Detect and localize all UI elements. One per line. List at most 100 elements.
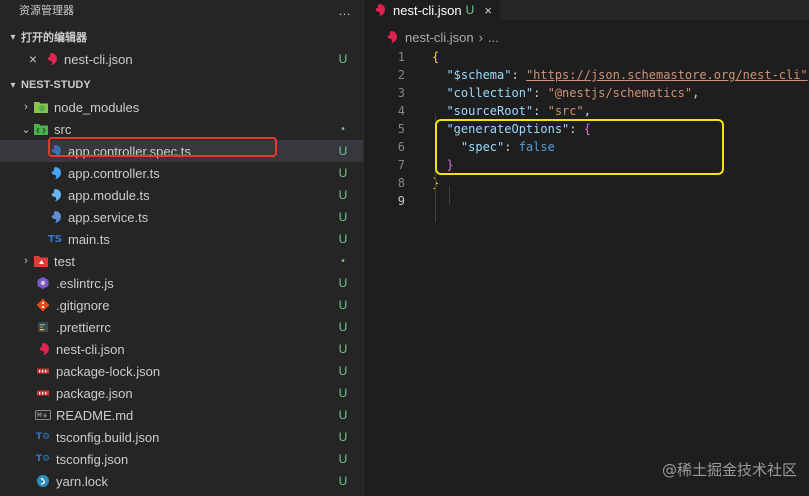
prettier-icon	[35, 319, 51, 335]
annotation-highlight-red	[48, 137, 277, 157]
git-status-badge: U	[338, 144, 348, 158]
tree-file-app-controller[interactable]: app.controller.ts U	[0, 162, 363, 184]
close-icon[interactable]: ×	[484, 3, 492, 18]
line-number: 1	[397, 50, 405, 64]
code-line: 3 "collection": "@nestjs/schematics",	[365, 84, 809, 102]
tree-file-tsconfig-build[interactable]: T⚙ tsconfig.build.json U	[0, 426, 363, 448]
indent-guide	[449, 186, 450, 204]
tree-file-prettierrc[interactable]: .prettierrc U	[0, 316, 363, 338]
tree-item-label: test	[54, 253, 75, 269]
git-status-badge: U	[338, 408, 348, 422]
project-section-header[interactable]: ▾ NEST-STUDY	[0, 74, 363, 96]
tree-item-label: package-lock.json	[56, 363, 161, 379]
chevron-down-icon: ▾	[10, 79, 16, 91]
tree-file-app-service[interactable]: app.service.ts U	[0, 206, 363, 228]
tree-file-main[interactable]: TS main.ts U	[0, 228, 363, 250]
line-number: 2	[397, 68, 405, 82]
nest-module-icon	[47, 187, 63, 203]
tree-file-tsconfig[interactable]: T⚙ tsconfig.json U	[0, 448, 363, 470]
tsconfig-icon: T⚙	[35, 454, 51, 464]
folder-src-icon	[33, 121, 49, 137]
tree-item-label: app.service.ts	[68, 209, 149, 225]
tree-item-label: main.ts	[68, 231, 110, 247]
json-string: "@nestjs/schematics"	[547, 86, 693, 100]
json-string: "src"	[547, 104, 584, 118]
git-status-badge: U	[338, 166, 348, 180]
git-status-badge: U	[338, 474, 348, 488]
git-status-badge: U	[338, 342, 348, 356]
code-line: 8 }	[365, 174, 809, 192]
tab-nest-cli[interactable]: nest-cli.json U ×	[365, 0, 500, 20]
git-status-badge: U	[338, 276, 348, 290]
folder-node-icon	[33, 99, 49, 115]
tree-folder-test[interactable]: › test •	[0, 250, 363, 272]
annotation-highlight-yellow	[435, 119, 724, 175]
project-label: NEST-STUDY	[21, 79, 91, 91]
git-status-badge: U	[338, 320, 348, 334]
git-status-badge: U	[338, 452, 348, 466]
git-status-badge: U	[465, 3, 475, 17]
tree-item-label: package.json	[56, 385, 133, 401]
line-number: 9	[397, 194, 405, 208]
line-number: 8	[397, 176, 405, 190]
modified-dot: •	[341, 123, 345, 135]
tree-item-label: README.md	[56, 407, 134, 423]
json-key: "sourceRoot"	[446, 104, 534, 118]
nest-icon	[43, 51, 59, 67]
tree-file-eslintrc[interactable]: .eslintrc.js U	[0, 272, 363, 294]
more-actions-icon[interactable]: …	[335, 3, 355, 18]
open-editors-label: 打开的编辑器	[21, 32, 87, 44]
open-editor-item[interactable]: × nest-cli.json U	[0, 48, 363, 70]
line-number: 6	[397, 140, 405, 154]
nest-icon	[35, 341, 51, 357]
tab-label: nest-cli.json	[393, 2, 462, 18]
breadcrumb-symbol[interactable]: ...	[488, 30, 499, 45]
json-string[interactable]: "https://json.schemastore.org/nest-cli"	[526, 68, 808, 82]
git-icon	[35, 297, 51, 313]
tree-item-label: yarn.lock	[56, 473, 109, 489]
git-status-badge: U	[338, 430, 348, 444]
open-editors-section-header[interactable]: ▾ 打开的编辑器	[0, 26, 363, 48]
close-icon[interactable]: ×	[25, 51, 41, 67]
tree-file-package[interactable]: package.json U	[0, 382, 363, 404]
tree-item-label: .gitignore	[56, 297, 110, 313]
line-number: 4	[397, 104, 405, 118]
git-status-badge: U	[338, 364, 348, 378]
tree-item-label: tsconfig.json	[56, 451, 129, 467]
tree-item-label: node_modules	[54, 99, 140, 115]
git-status-badge: U	[338, 386, 348, 400]
json-key: "$schema"	[446, 68, 512, 82]
tree-file-app-module[interactable]: app.module.ts U	[0, 184, 363, 206]
tree-item-label: nest-cli.json	[56, 341, 125, 357]
code-brace: {	[432, 50, 440, 64]
modified-dot: •	[341, 255, 345, 267]
tree-folder-node-modules[interactable]: › node_modules	[0, 96, 363, 118]
tree-item-label: src	[54, 121, 72, 137]
typescript-icon: TS	[47, 233, 63, 245]
tree-file-gitignore[interactable]: .gitignore U	[0, 294, 363, 316]
chevron-down-icon: ▾	[10, 31, 16, 43]
nest-controller-icon	[47, 165, 63, 181]
code-line: 9	[365, 192, 809, 210]
line-number: 7	[397, 158, 405, 172]
tree-item-label: .prettierrc	[56, 319, 111, 335]
code-line: 1 {	[365, 48, 809, 66]
tree-file-nest-cli[interactable]: nest-cli.json U	[0, 338, 363, 360]
tree-file-package-lock[interactable]: package-lock.json U	[0, 360, 363, 382]
tree-file-readme[interactable]: README.md U	[0, 404, 363, 426]
chevron-down-icon: ⌄	[21, 123, 31, 136]
breadcrumb-file[interactable]: nest-cli.json	[405, 30, 474, 45]
tab-bar: nest-cli.json U ×	[365, 0, 809, 20]
code-line: 2 "$schema": "https://json.schemastore.o…	[365, 66, 809, 84]
npm-icon	[35, 385, 51, 401]
tree-item-label: app.module.ts	[68, 187, 150, 203]
code-line: 4 "sourceRoot": "src",	[365, 102, 809, 120]
editor-pane: nest-cli.json U × nest-cli.json › ... 1 …	[365, 0, 809, 496]
tree-item-label: app.controller.ts	[68, 165, 160, 181]
chevron-right-icon: ›	[24, 101, 28, 113]
explorer-header: 资源管理器 …	[0, 0, 363, 20]
line-number: 3	[397, 86, 405, 100]
tree-file-yarn-lock[interactable]: yarn.lock U	[0, 470, 363, 492]
tree-item-label: .eslintrc.js	[56, 275, 114, 291]
npm-icon	[35, 363, 51, 379]
